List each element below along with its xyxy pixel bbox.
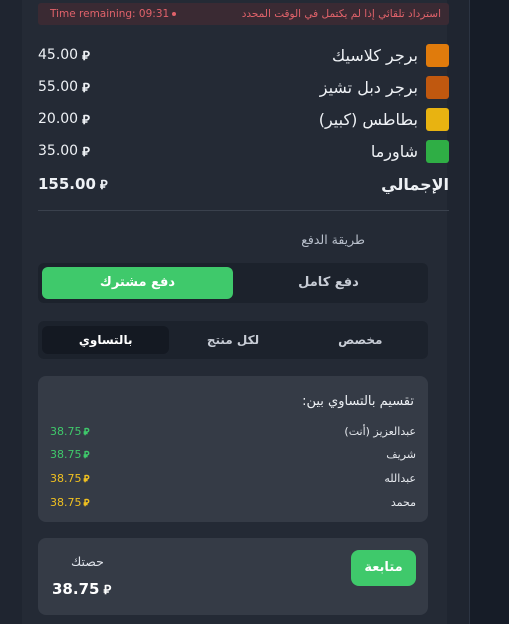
item-color-swatch: [426, 139, 449, 163]
price-value: 45.00: [38, 47, 79, 63]
total-value: 155.00: [38, 175, 96, 193]
continue-button[interactable]: متابعة: [351, 550, 416, 586]
split-title: تقسيم بالتساوي بين:: [302, 394, 414, 409]
item-price: 45.00 ⃁: [38, 47, 90, 64]
status-dot-icon: [172, 12, 177, 16]
share-value: 38.75: [52, 580, 100, 598]
riyal-icon: ⃁: [99, 177, 108, 193]
split-custom-tab[interactable]: مخصص: [297, 326, 424, 354]
total-price: 155.00 ⃁: [38, 175, 108, 193]
divider: [38, 210, 449, 211]
order-item: 55.00 ⃁ برجر دبل تشيز: [38, 74, 449, 100]
payment-method-label: طريقة الدفع: [301, 232, 365, 247]
riyal-icon: ⃁: [83, 497, 90, 509]
amount-value: 38.75: [50, 424, 82, 438]
item-name: بطاطس (كبير): [318, 109, 418, 129]
split-mode-toggle: بالتساوي لكل منتج مخصص: [38, 321, 428, 359]
item-name: برجر كلاسيك: [332, 45, 418, 65]
total-label: الإجمالي: [381, 174, 449, 194]
amount-value: 38.75: [50, 471, 82, 485]
riyal-icon: ⃁: [82, 48, 90, 64]
amount-value: 38.75: [50, 447, 82, 461]
split-per-item-tab[interactable]: لكل منتج: [169, 326, 296, 354]
split-summary-card: تقسيم بالتساوي بين: 38.75 ⃁ عبدالعزيز (أن…: [38, 376, 428, 522]
split-person-row: 38.75 ⃁ عبدالله: [50, 469, 416, 487]
countdown-timer: Time remaining: 09:31: [50, 8, 177, 20]
item-price: 55.00 ⃁: [38, 79, 90, 96]
order-item: 20.00 ⃁ بطاطس (كبير): [38, 106, 449, 132]
split-person-row: 38.75 ⃁ محمد: [50, 493, 416, 511]
full-payment-button[interactable]: دفع كامل: [233, 267, 424, 299]
item-color-swatch: [426, 75, 449, 99]
item-price: 20.00 ⃁: [38, 111, 90, 128]
riyal-icon: ⃁: [103, 582, 112, 598]
your-share-label: حصتك: [71, 554, 104, 569]
side-strip: [469, 0, 509, 624]
person-amount: 38.75 ⃁: [50, 448, 89, 461]
your-share-amount: 38.75 ⃁: [52, 580, 111, 598]
person-amount: 38.75 ⃁: [50, 496, 89, 509]
item-name: برجر دبل تشيز: [319, 77, 418, 97]
person-name: محمد: [390, 495, 416, 509]
riyal-icon: ⃁: [82, 144, 90, 160]
riyal-icon: ⃁: [83, 449, 90, 461]
person-name: عبدالله: [384, 471, 416, 485]
price-value: 20.00: [38, 111, 79, 127]
refund-note: استرداد تلقائي إذا لم يكتمل في الوقت الم…: [241, 8, 441, 20]
price-value: 35.00: [38, 143, 79, 159]
person-amount: 38.75 ⃁: [50, 472, 89, 485]
riyal-icon: ⃁: [83, 473, 90, 485]
checkout-panel: Time remaining: 09:31 استرداد تلقائي إذا…: [22, 0, 449, 624]
order-item: 45.00 ⃁ برجر كلاسيك: [38, 42, 449, 68]
payment-mode-toggle: دفع مشترك دفع كامل: [38, 263, 428, 303]
amount-value: 38.75: [50, 495, 82, 509]
shared-payment-button[interactable]: دفع مشترك: [42, 267, 233, 299]
person-name: عبدالعزيز (أنت): [344, 424, 416, 438]
timer-text: Time remaining: 09:31: [50, 8, 170, 20]
riyal-icon: ⃁: [82, 112, 90, 128]
price-value: 55.00: [38, 79, 79, 95]
item-color-swatch: [426, 107, 449, 131]
person-name: شريف: [386, 447, 416, 461]
order-item: 35.00 ⃁ شاورما: [38, 138, 449, 164]
total-row: 155.00 ⃁ الإجمالي: [38, 171, 449, 197]
split-person-row: 38.75 ⃁ عبدالعزيز (أنت): [50, 422, 416, 440]
riyal-icon: ⃁: [83, 426, 90, 438]
person-amount: 38.75 ⃁: [50, 425, 89, 438]
split-person-row: 38.75 ⃁ شريف: [50, 445, 416, 463]
split-equal-tab[interactable]: بالتساوي: [42, 326, 170, 354]
item-color-swatch: [426, 43, 449, 67]
refund-banner: Time remaining: 09:31 استرداد تلقائي إذا…: [38, 3, 449, 25]
your-share-card: حصتك 38.75 ⃁ متابعة: [38, 538, 428, 615]
item-name: شاورما: [370, 141, 418, 161]
riyal-icon: ⃁: [82, 80, 90, 96]
item-price: 35.00 ⃁: [38, 143, 90, 160]
